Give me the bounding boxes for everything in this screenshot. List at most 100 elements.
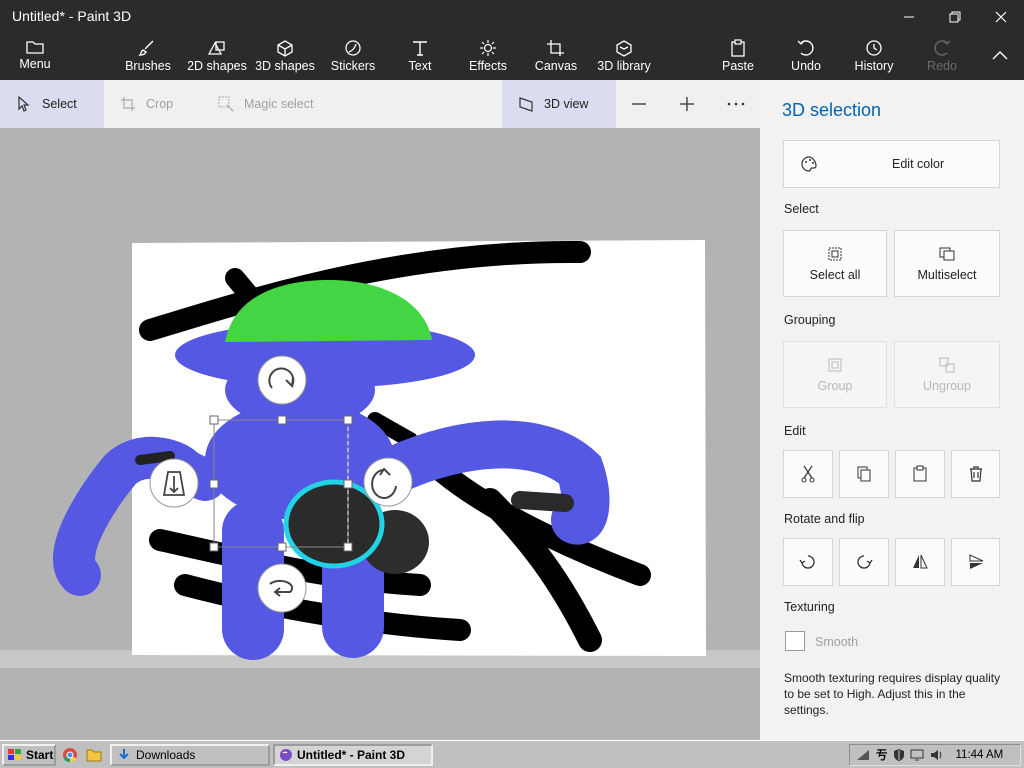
history-button[interactable]: History [850,33,898,80]
ungroup-button[interactable]: Ungroup [894,341,1000,408]
start-button[interactable]: Start [2,744,56,766]
text-icon [413,41,427,56]
smooth-checkbox[interactable] [785,631,805,651]
download-arrow-icon [119,749,129,760]
file-explorer-icon[interactable] [86,748,102,762]
brush-icon [138,40,154,56]
paste-button[interactable]: Paste [716,33,760,80]
minimize-button[interactable] [886,0,932,33]
window-title: Untitled* - Paint 3D [12,8,132,24]
clock[interactable]: 11:44 AM [956,749,1004,761]
paste-panel-button[interactable] [895,450,945,498]
effects-tab[interactable]: Effects [464,33,512,80]
edit-section-label: Edit [784,424,806,438]
volume-icon[interactable] [930,748,944,762]
folder-icon [26,41,44,54]
grouping-section-label: Grouping [784,313,836,327]
rotate-z-handle[interactable] [257,355,307,405]
text-tab[interactable]: Text [398,33,442,80]
rotate-left-icon [799,555,815,569]
taskbar-downloads[interactable]: Downloads [110,744,270,766]
select-tool[interactable]: Select [0,80,104,128]
more-options-button[interactable] [726,80,756,128]
ribbon: Menu Brushes 2D shapes 3D shapes Sticker… [0,33,1024,80]
paint3d-icon [280,749,292,761]
close-button[interactable] [978,0,1024,33]
zoom-out-button[interactable] [630,80,658,128]
taskbar-paint3d[interactable]: Untitled* - Paint 3D [273,744,433,766]
texturing-note: Smooth texturing requires display qualit… [784,671,1001,717]
3d-shapes-tab[interactable]: 3D shapes [254,33,316,80]
multiselect-icon [939,247,955,260]
redo-icon [934,40,951,56]
brushes-tab[interactable]: Brushes [120,33,176,80]
menu-button[interactable]: Menu [12,33,58,80]
flip-vertical-icon [969,554,983,569]
edit-color-button[interactable]: Edit color [783,140,1000,188]
monitor-icon[interactable] [910,748,926,762]
magic-select-icon [218,96,234,112]
rotate-x-handle[interactable] [363,457,413,507]
windows-logo-icon [8,749,21,760]
crop-icon [121,97,135,111]
undo-icon [797,40,814,56]
panel-title: 3D selection [782,100,882,120]
restore-button[interactable] [932,0,978,33]
3d-view-toggle[interactable]: 3D view [502,80,616,128]
flip-vertical-button[interactable] [951,538,1000,586]
workspace[interactable] [0,128,760,740]
scene-drawing[interactable] [0,128,760,740]
rotate-right-button[interactable] [839,538,889,586]
network-icon[interactable] [856,749,870,761]
stickers-tab[interactable]: Stickers [326,33,380,80]
palette-icon [801,156,817,172]
depth-handle[interactable] [149,458,199,508]
trash-icon [969,466,982,482]
rotate-right-icon [857,555,873,569]
shield-icon[interactable] [892,748,906,762]
rotate-y-handle[interactable] [257,563,307,613]
clipboard-icon [731,39,745,57]
select-all-icon [828,247,842,260]
crop-tool[interactable]: Crop [120,80,173,128]
flip-horizontal-icon [913,554,928,569]
minus-icon [632,103,646,105]
chevron-up-icon [992,51,1008,60]
redo-button[interactable]: Redo [920,33,964,80]
delete-button[interactable] [951,450,1000,498]
multiselect-button[interactable]: Multiselect [894,230,1000,297]
plus-icon [680,97,694,111]
group-button[interactable]: Group [783,341,887,408]
copy-button[interactable] [839,450,889,498]
rotate-section-label: Rotate and flip [784,512,865,526]
magic-select-tool[interactable]: Magic select [218,80,313,128]
3d-library-tab[interactable]: 3D library [594,33,654,80]
ellipsis-icon [727,102,745,106]
zoom-in-button[interactable] [678,80,706,128]
flip-horizontal-button[interactable] [895,538,945,586]
rotate-left-button[interactable] [783,538,833,586]
collapse-ribbon-button[interactable] [984,33,1016,80]
ungroup-icon [939,357,955,372]
restore-icon [949,11,961,22]
canvas-tab[interactable]: Canvas [532,33,580,80]
close-icon [995,11,1007,22]
select-all-button[interactable]: Select all [783,230,887,297]
scissors-icon [801,465,815,483]
selection-toolbar: Select Crop Magic select 3D view [0,80,760,128]
ime-icon[interactable]: 亐 [876,747,888,763]
taskbar: Start Downloads Untitled* - Paint 3D 亐 1… [0,740,1024,768]
chrome-icon[interactable] [62,747,78,763]
canvas-icon [547,40,564,56]
2d-shapes-icon [207,41,225,55]
cut-button[interactable] [783,450,833,498]
sun-icon [480,40,496,56]
smooth-label: Smooth [815,635,859,649]
undo-button[interactable]: Undo [784,33,828,80]
3d-selection-panel: 3D selection Edit color Select Select al… [760,80,1024,740]
minimize-icon [904,16,914,17]
2d-shapes-tab[interactable]: 2D shapes [186,33,248,80]
library-icon [616,40,632,57]
cursor-icon [18,96,30,112]
copy-icon [857,466,871,482]
